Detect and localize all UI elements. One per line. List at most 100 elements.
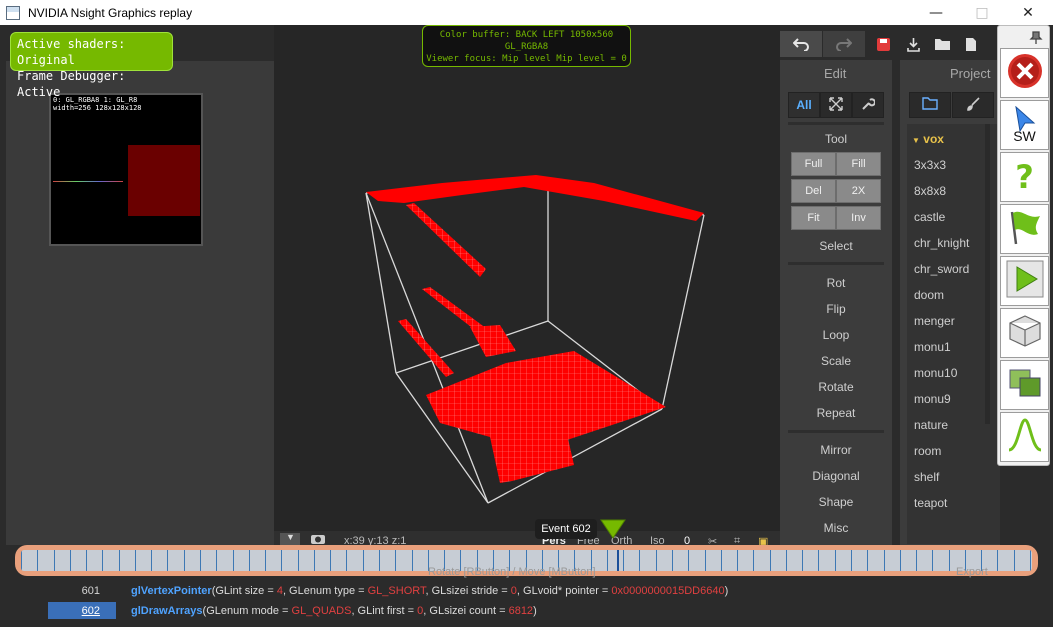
project-item[interactable]: doom <box>914 288 944 302</box>
tab-folder[interactable] <box>909 92 951 118</box>
rotate-button[interactable]: Rotate <box>780 380 892 394</box>
timeline-tick <box>395 550 396 571</box>
redo-icon[interactable] <box>823 31 865 57</box>
flag-icon <box>1006 208 1044 250</box>
minimize-button[interactable]: — <box>913 0 959 25</box>
arg-text: , GLint first = <box>351 604 418 617</box>
undo-icon[interactable] <box>780 31 822 57</box>
help-button[interactable]: ? <box>1000 152 1049 202</box>
timeline-tick <box>884 550 885 571</box>
stop-replay-button[interactable] <box>1000 48 1049 98</box>
event-tooltip: Event 602 <box>535 519 597 539</box>
project-item[interactable]: 3x3x3 <box>914 158 946 172</box>
software-select-button[interactable]: SW <box>1000 100 1049 150</box>
full-button[interactable]: Full <box>791 152 836 176</box>
tab-brush[interactable] <box>952 92 994 118</box>
play-button[interactable] <box>1000 256 1049 306</box>
event-number: 601 <box>81 584 100 597</box>
mirror-button[interactable]: Mirror <box>780 443 892 457</box>
project-item[interactable]: monu1 <box>914 340 951 354</box>
timeline-tick <box>997 550 998 571</box>
timeline-tick <box>54 550 55 571</box>
project-item[interactable]: teapot <box>914 496 947 510</box>
flag-button[interactable] <box>1000 204 1049 254</box>
main-3d-viewport[interactable] <box>274 25 780 531</box>
api-call-row-selected[interactable]: 602 glDrawArrays(GLenum mode = GL_QUADS,… <box>0 600 1053 621</box>
save-icon[interactable] <box>872 31 894 57</box>
edit-panel: Edit All Tool Full Fill Del 2X Fit Inv S… <box>780 60 892 546</box>
rot-button[interactable]: Rot <box>780 276 892 290</box>
repeat-button[interactable]: Repeat <box>780 406 892 420</box>
pin-icon[interactable] <box>1029 30 1043 49</box>
project-scrollbar[interactable] <box>985 124 990 424</box>
project-item[interactable]: castle <box>914 210 945 224</box>
event-number[interactable]: 602 <box>0 605 100 617</box>
tab-tools[interactable] <box>852 92 884 118</box>
color-buffer-badge: Color buffer: BACK LEFT 1050x560 GL_RGBA… <box>422 25 631 67</box>
tab-all[interactable]: All <box>788 92 820 118</box>
scale-button[interactable]: Scale <box>780 354 892 368</box>
loop-button[interactable]: Loop <box>780 328 892 342</box>
edit-separator-2 <box>788 262 884 265</box>
nsight-replay-window: NVIDIA Nsight Graphics replay — □ ✕ 0: G… <box>0 0 1053 627</box>
curve-button[interactable] <box>1000 412 1049 462</box>
export-label[interactable]: Export <box>956 566 988 578</box>
maximize-button[interactable]: □ <box>959 0 1005 25</box>
timeline-tick <box>330 550 331 571</box>
open-folder-icon[interactable] <box>930 31 954 57</box>
shape-button[interactable]: Shape <box>780 495 892 509</box>
download-icon[interactable] <box>902 31 924 57</box>
project-item[interactable]: room <box>914 444 941 458</box>
layers-button[interactable] <box>1000 360 1049 410</box>
project-item[interactable]: 8x8x8 <box>914 184 946 198</box>
timeline-tick <box>86 550 87 571</box>
project-folder-root[interactable]: ▼ vox <box>912 132 944 146</box>
select-label[interactable]: Select <box>780 239 892 253</box>
project-item[interactable]: nature <box>914 418 948 432</box>
fill-button[interactable]: Fill <box>836 152 881 176</box>
project-item[interactable]: shelf <box>914 470 939 484</box>
geometry-button[interactable] <box>1000 308 1049 358</box>
timeline-tick <box>21 550 22 571</box>
timeline-tick <box>916 550 917 571</box>
color-buffer-line: Color buffer: BACK LEFT 1050x560 <box>439 30 614 40</box>
timeline-tick <box>851 550 852 571</box>
delete-button[interactable]: Del <box>791 179 836 203</box>
view-menu-button[interactable]: ▼ <box>280 532 300 545</box>
timeline-tick <box>688 550 689 571</box>
timeline-current-position[interactable] <box>617 550 619 571</box>
event-marker-icon[interactable] <box>600 519 626 543</box>
tab-transform[interactable] <box>820 92 852 118</box>
thumb-label-2: width=256 128x128x128 <box>53 104 142 112</box>
render-target-thumbnail[interactable]: 0: GL_RGBA8 1: GL_R8 width=256 128x128x1… <box>49 93 203 246</box>
fit-button[interactable]: Fit <box>791 206 836 230</box>
close-button[interactable]: ✕ <box>1005 0 1051 25</box>
project-item[interactable]: monu10 <box>914 366 957 380</box>
api-function-link[interactable]: glVertexPointer <box>131 585 212 597</box>
timeline-tick <box>802 550 803 571</box>
title-bar: NVIDIA Nsight Graphics replay — □ ✕ <box>0 0 1053 25</box>
timeline-tick <box>932 550 933 571</box>
voxel-bar-3 <box>398 319 454 377</box>
viewer-focus-line: Viewer focus: Mip level Mip level = 0 <box>426 54 627 64</box>
project-item[interactable]: monu9 <box>914 392 951 406</box>
api-call-row[interactable]: 601 glVertexPointer(GLint size = 4, GLen… <box>0 580 1053 601</box>
project-item[interactable]: chr_knight <box>914 236 969 250</box>
double-button[interactable]: 2X <box>836 179 881 203</box>
project-item[interactable]: menger <box>914 314 955 328</box>
flip-button[interactable]: Flip <box>780 302 892 316</box>
project-root-label: vox <box>923 132 944 146</box>
color-format-line: GL_RGBA8 <box>504 42 549 52</box>
arg-value: GL_QUADS <box>291 604 352 617</box>
timeline-tick <box>379 550 380 571</box>
invert-button[interactable]: Inv <box>836 206 881 230</box>
new-file-icon[interactable] <box>960 31 982 57</box>
api-function-link[interactable]: glDrawArrays <box>131 605 203 617</box>
project-item[interactable]: chr_sword <box>914 262 969 276</box>
timeline-tick <box>233 550 234 571</box>
diagonal-button[interactable]: Diagonal <box>780 469 892 483</box>
arg-text: ) <box>533 604 537 617</box>
timeline-tick <box>216 550 217 571</box>
misc-button[interactable]: Misc <box>780 521 892 535</box>
timeline-tick <box>37 550 38 571</box>
